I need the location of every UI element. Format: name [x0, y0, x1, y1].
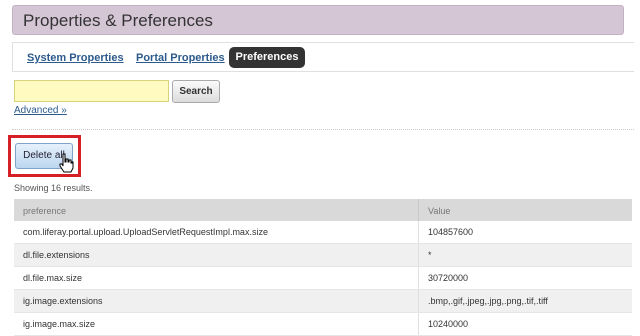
column-divider [418, 244, 419, 266]
preference-cell: com.liferay.portal.upload.UploadServletR… [23, 227, 268, 237]
column-header-preference: preference [23, 206, 67, 216]
search-input[interactable] [14, 80, 169, 102]
column-divider [418, 313, 419, 335]
value-cell: 104857600 [428, 227, 474, 237]
divider [12, 129, 634, 130]
value-cell: .bmp,.gif,.jpeg,.jpg,.png,.tif,.tiff [428, 296, 548, 306]
preferences-table: preference Value com.liferay.portal.uplo… [14, 199, 632, 336]
tab-preferences[interactable]: Preferences [229, 47, 305, 68]
value-cell: * [428, 250, 432, 260]
tab-bar: System Properties Portal Properties Pref… [12, 42, 634, 72]
search-button[interactable]: Search [172, 80, 220, 103]
column-divider [418, 221, 419, 243]
page-title-bar: Properties & Preferences [12, 5, 624, 35]
table-header-row: preference Value [14, 199, 632, 221]
value-cell: 10240000 [428, 319, 469, 329]
page-title: Properties & Preferences [23, 11, 213, 30]
column-divider [418, 290, 419, 312]
table-row: dl.file.max.size 30720000 [14, 267, 632, 290]
column-header-value: Value [428, 206, 451, 216]
preference-cell: ig.image.max.size [23, 319, 96, 329]
value-cell: 30720000 [428, 273, 469, 283]
table-row: ig.image.extensions .bmp,.gif,.jpeg,.jpg… [14, 290, 632, 313]
table-row: ig.image.max.size 10240000 [14, 313, 632, 336]
preference-cell: dl.file.max.size [23, 273, 83, 283]
table-row: com.liferay.portal.upload.UploadServletR… [14, 221, 632, 244]
hand-cursor-icon [59, 153, 74, 173]
tab-portal-properties[interactable]: Portal Properties [136, 52, 225, 64]
table-row: dl.file.extensions * [14, 244, 632, 267]
preference-cell: dl.file.extensions [23, 250, 90, 260]
advanced-search-link[interactable]: Advanced » [14, 105, 67, 116]
tab-system-properties[interactable]: System Properties [27, 52, 124, 64]
column-divider [418, 267, 419, 289]
results-summary: Showing 16 results. [14, 183, 93, 193]
preference-cell: ig.image.extensions [23, 296, 103, 306]
column-divider [418, 199, 419, 221]
